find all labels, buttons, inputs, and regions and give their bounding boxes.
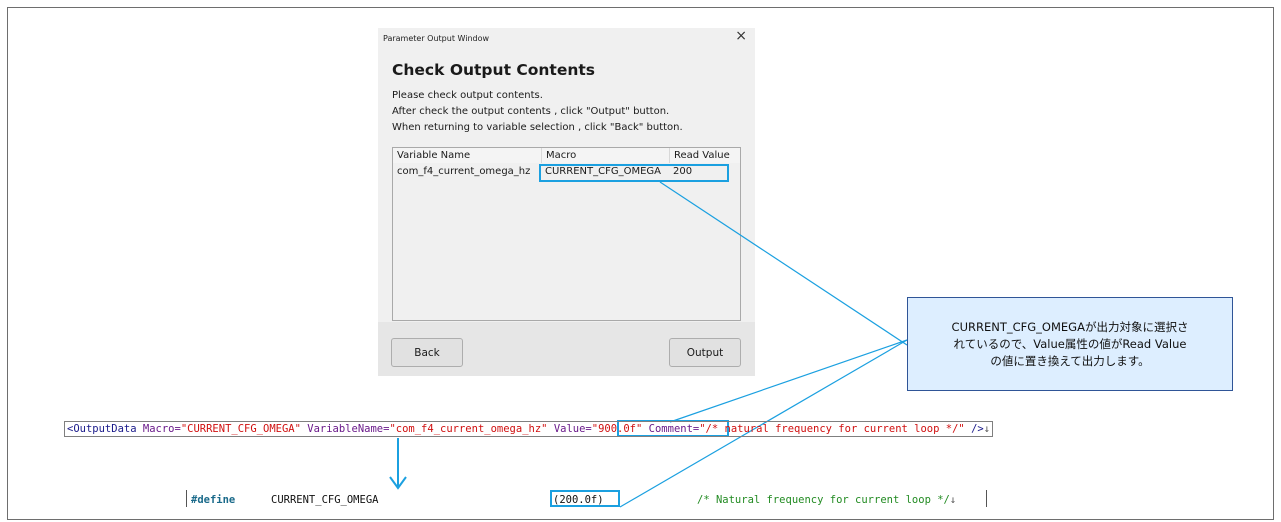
cell-variable-name: com_f4_current_omega_hz xyxy=(397,166,531,177)
close-icon[interactable]: × xyxy=(735,28,747,44)
define-value: (200.0f) xyxy=(553,494,604,506)
xml-open-tag: <OutputData xyxy=(67,423,137,435)
output-button[interactable]: Output xyxy=(669,338,741,367)
line-end-marker xyxy=(986,490,987,507)
window-title: Parameter Output Window xyxy=(383,34,490,43)
parameter-output-dialog: Parameter Output Window × Check Output C… xyxy=(378,28,755,376)
column-header-read-value[interactable]: Read Value xyxy=(669,148,740,163)
column-header-macro[interactable]: Macro xyxy=(541,148,669,163)
macro-readvalue-highlight xyxy=(539,164,729,182)
xml-value-value: "900.0f" xyxy=(591,423,643,435)
define-keyword: #define xyxy=(191,494,236,506)
xml-close-tag: /> xyxy=(971,423,984,435)
callout-line-3: の値に置き換えて出力します。 xyxy=(990,354,1150,368)
column-header-variable-name[interactable]: Variable Name xyxy=(393,148,541,163)
instruction-line-2: After check the output contents , click … xyxy=(392,106,670,117)
xml-macro-value: "CURRENT_CFG_OMEGA" xyxy=(180,423,301,435)
explanation-callout: CURRENT_CFG_OMEGAが出力対象に選択さ れているので、Value属… xyxy=(907,297,1233,391)
xml-variable-value: "com_f4_current_omega_hz" xyxy=(389,423,548,435)
dialog-footer: Back Output xyxy=(378,322,755,376)
xml-value-attr: Value= xyxy=(553,423,592,435)
xml-variable-attr: VariableName= xyxy=(307,423,390,435)
back-button[interactable]: Back xyxy=(391,338,463,367)
define-comment: /* Natural frequency for current loop */… xyxy=(697,494,956,506)
xml-output-line: <OutputData Macro="CURRENT_CFG_OMEGA" Va… xyxy=(64,421,993,437)
instruction-line-1: Please check output contents. xyxy=(392,90,543,101)
define-comment-text: /* Natural frequency for current loop */ xyxy=(697,494,950,506)
dialog-heading: Check Output Contents xyxy=(392,61,596,79)
xml-comment-value: "/* natural frequency for current loop *… xyxy=(699,423,965,435)
define-newline-mark: ↓ xyxy=(949,494,957,506)
define-macro: CURRENT_CFG_OMEGA xyxy=(271,494,379,506)
newline-mark: ↓ xyxy=(983,423,991,435)
xml-comment-attr: Comment= xyxy=(648,423,700,435)
text-cursor xyxy=(186,490,187,507)
xml-macro-attr: Macro= xyxy=(142,423,181,435)
instruction-line-3: When returning to variable selection , c… xyxy=(392,122,683,133)
callout-line-1: CURRENT_CFG_OMEGAが出力対象に選択さ xyxy=(951,320,1189,334)
callout-line-2: れているので、Value属性の値がRead Value xyxy=(953,337,1187,351)
